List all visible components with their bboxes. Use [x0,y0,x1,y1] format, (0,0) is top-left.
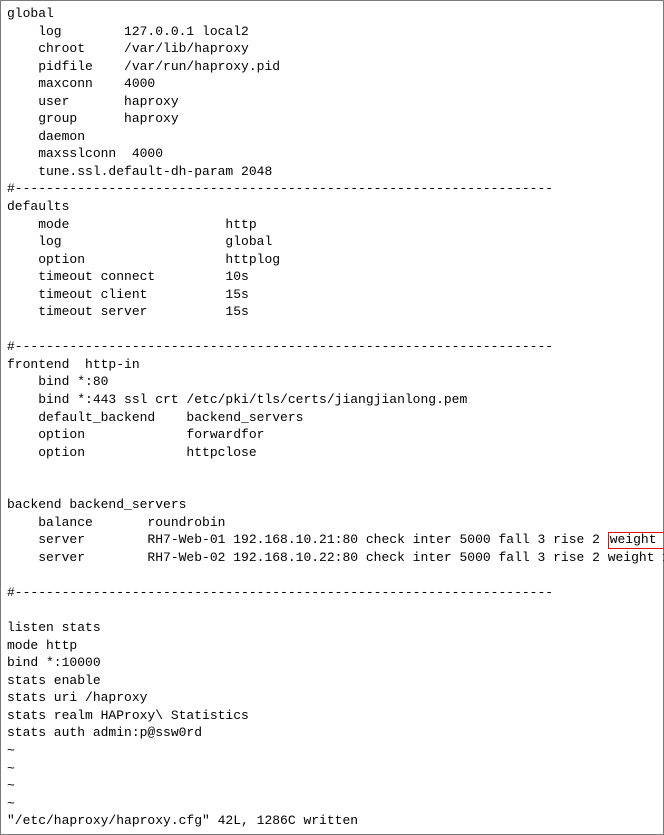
server-line-1: server RH7-Web-01 192.168.10.21:80 check… [7,532,664,547]
config-text: global log 127.0.0.1 local2 chroot /var/… [7,5,657,830]
weight-highlight: weight 3 [608,532,664,548]
